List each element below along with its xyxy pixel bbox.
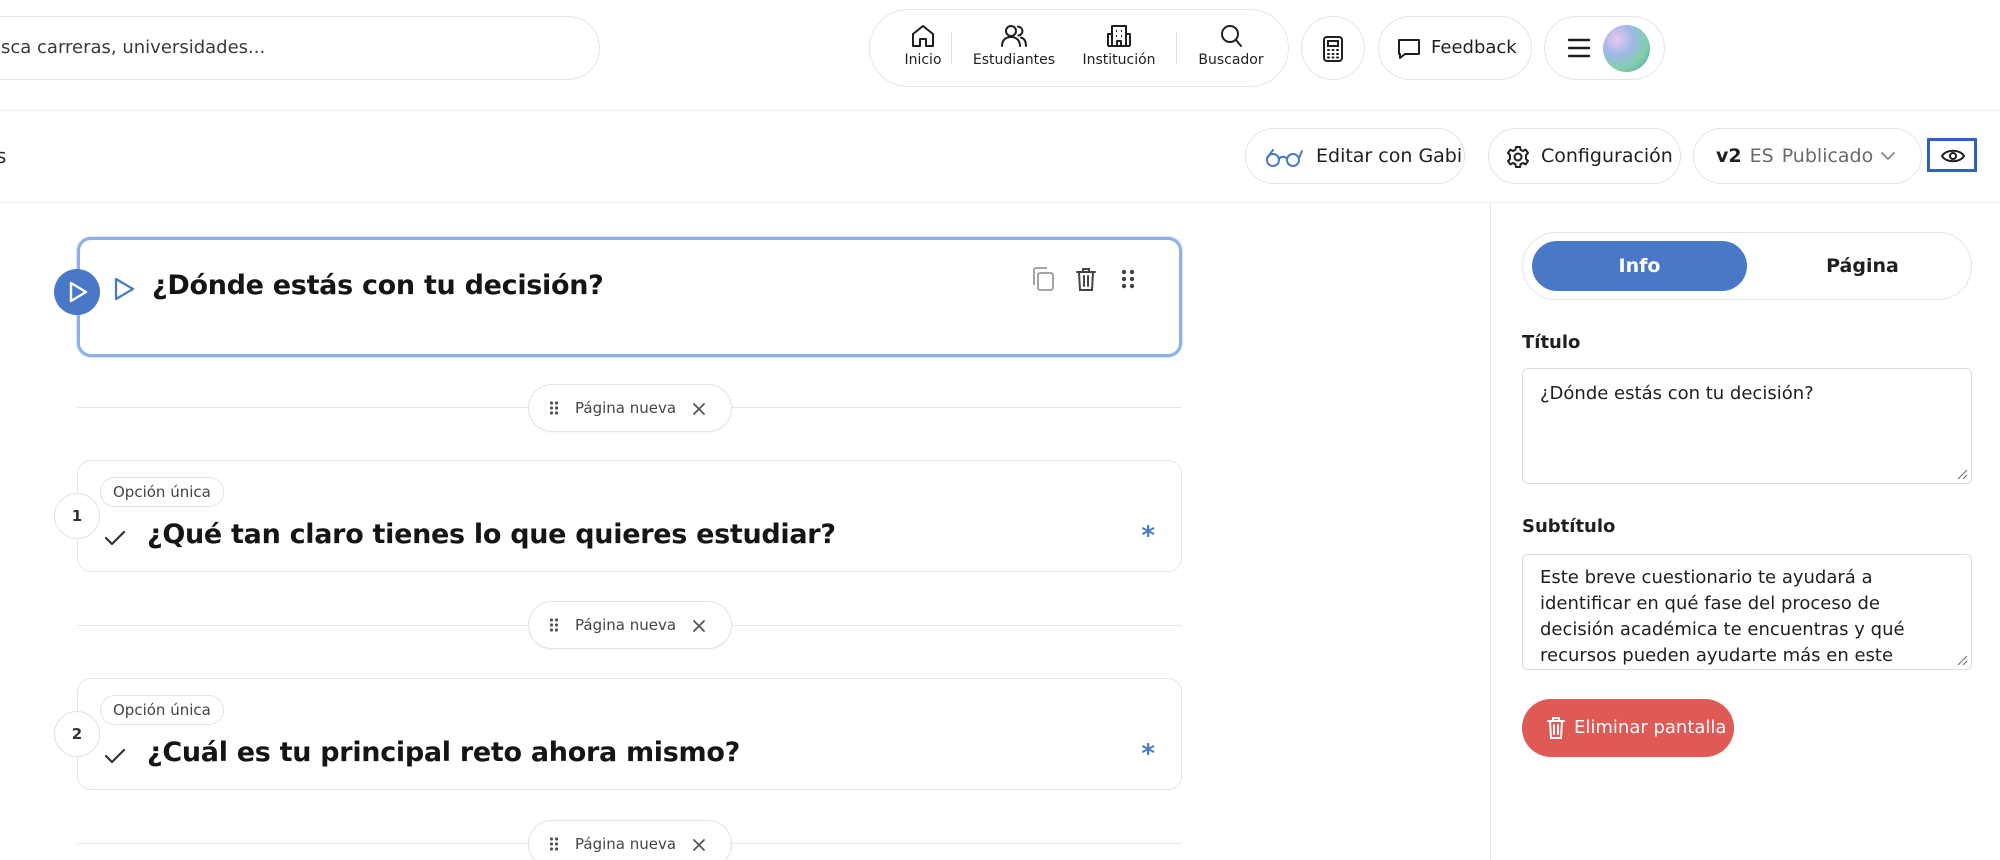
nav-separator — [1176, 32, 1177, 64]
editor-toolbar: s Editar con Gabi Configuración v2 ES Publ… — [0, 111, 2000, 203]
page-break-label: Página nueva — [575, 835, 677, 853]
play-icon — [69, 281, 88, 303]
nav-item-estudiantes[interactable]: Estudiantes — [964, 24, 1064, 78]
question-card[interactable]: Opción única ¿Cuál es tu principal reto … — [77, 678, 1182, 790]
page-break-chip[interactable]: Página nueva — [528, 384, 732, 432]
configuration-button[interactable]: Configuración — [1488, 128, 1681, 184]
intro-screen-card[interactable]: ¿Dónde estás con tu decisión? — [77, 237, 1182, 357]
chevron-down-icon — [1881, 152, 1895, 161]
trash-icon — [1547, 717, 1565, 739]
breadcrumb: s — [0, 144, 7, 168]
title-field-label: Título — [1522, 332, 1581, 353]
avatar[interactable] — [1603, 25, 1650, 72]
preview-button[interactable] — [1927, 138, 1977, 172]
nav-item-inicio[interactable]: Inicio — [873, 24, 973, 78]
duplicate-icon[interactable] — [1031, 266, 1055, 292]
drag-handle-icon[interactable] — [1121, 266, 1135, 292]
check-icon — [104, 748, 126, 764]
users-icon — [1001, 25, 1027, 47]
question-title: ¿Qué tan claro tienes lo que quieres est… — [147, 519, 836, 550]
chat-icon — [1398, 39, 1420, 59]
delete-screen-button[interactable]: Eliminar pantalla — [1522, 699, 1734, 757]
check-icon — [104, 530, 126, 546]
home-icon — [912, 25, 934, 47]
top-header: sca carreras, universidades... Inicio Es… — [0, 0, 2000, 111]
properties-panel: Info Página Título ¿Dónde estás con tu d… — [1490, 204, 2000, 860]
grip-icon[interactable] — [549, 617, 559, 633]
question-card[interactable]: Opción única ¿Qué tan claro tienes lo qu… — [77, 460, 1182, 572]
version-number: v2 — [1716, 145, 1742, 167]
gabi-label: Editar con Gabi — [1316, 145, 1463, 167]
subtitle-field-label: Subtítulo — [1522, 516, 1616, 537]
feedback-button[interactable]: Feedback — [1378, 16, 1532, 80]
search-input[interactable]: sca carreras, universidades... — [0, 16, 600, 80]
grip-icon[interactable] — [549, 836, 559, 852]
intro-card-title: ¿Dónde estás con tu decisión? — [152, 270, 604, 301]
tab-page[interactable]: Página — [1755, 241, 1970, 291]
page-break-chip[interactable]: Página nueva — [528, 601, 732, 649]
resize-handle-icon[interactable] — [1956, 654, 1968, 666]
title-field[interactable]: ¿Dónde estás con tu decisión? — [1522, 368, 1972, 484]
calculator-icon — [1323, 36, 1343, 62]
required-asterisk: * — [1141, 739, 1155, 769]
page-break-chip[interactable]: Página nueva — [528, 820, 732, 860]
play-intro-button[interactable] — [54, 269, 100, 315]
close-icon[interactable] — [692, 838, 706, 852]
main-nav: Inicio Estudiantes Institución Buscador — [869, 9, 1289, 87]
eye-icon — [1941, 149, 1965, 163]
glasses-icon — [1266, 149, 1303, 167]
resize-handle-icon[interactable] — [1956, 468, 1968, 480]
search-icon — [1221, 25, 1242, 47]
feedback-label: Feedback — [1431, 37, 1517, 58]
delete-screen-label: Eliminar pantalla — [1574, 717, 1727, 738]
subtitle-field[interactable]: Este breve cuestionario te ayudará a ide… — [1522, 554, 1972, 670]
question-type-tag: Opción única — [100, 695, 224, 725]
version-status: Publicado — [1781, 145, 1874, 167]
page-break-label: Página nueva — [575, 616, 677, 634]
nav-item-buscador[interactable]: Buscador — [1181, 24, 1281, 78]
question-type-tag: Opción única — [100, 477, 224, 507]
grip-icon[interactable] — [549, 400, 559, 416]
subtitle-field-value: Este breve cuestionario te ayudará a ide… — [1540, 567, 1905, 666]
question-number-badge: 2 — [54, 711, 100, 757]
building-icon — [1107, 25, 1131, 47]
question-number-badge: 1 — [54, 493, 100, 539]
nav-label-buscador: Buscador — [1198, 52, 1264, 68]
edit-with-gabi-button[interactable]: Editar con Gabi — [1245, 128, 1465, 184]
user-menu-button[interactable] — [1544, 16, 1665, 80]
version-select[interactable]: v2 ES Publicado — [1693, 128, 1922, 184]
search-input-text: sca carreras, universidades... — [1, 37, 266, 58]
required-asterisk: * — [1141, 521, 1155, 551]
page-break-label: Página nueva — [575, 399, 677, 417]
close-icon[interactable] — [692, 402, 706, 416]
nav-label-estudiantes: Estudiantes — [972, 52, 1056, 68]
trash-icon[interactable] — [1075, 266, 1097, 292]
close-icon[interactable] — [692, 619, 706, 633]
nav-separator — [951, 32, 952, 64]
version-text: v2 ES Publicado — [1716, 129, 1873, 183]
calculator-button[interactable] — [1301, 16, 1365, 80]
question-title: ¿Cuál es tu principal reto ahora mismo? — [147, 737, 740, 768]
nav-item-institucion[interactable]: Institución — [1069, 24, 1169, 78]
panel-tabs: Info Página — [1522, 232, 1972, 300]
nav-label-institucion: Institución — [1082, 52, 1156, 68]
play-outline-icon — [114, 277, 135, 301]
title-field-value: ¿Dónde estás con tu decisión? — [1540, 383, 1814, 404]
gear-icon — [1507, 146, 1529, 168]
hamburger-icon — [1567, 38, 1591, 58]
tab-info[interactable]: Info — [1532, 241, 1747, 291]
card-actions — [1031, 266, 1151, 292]
editor-canvas: ¿Dónde estás con tu decisión? Página nue… — [0, 204, 1490, 860]
version-language: ES — [1749, 145, 1774, 167]
nav-label-inicio: Inicio — [904, 52, 942, 68]
configuration-label: Configuración — [1541, 145, 1673, 167]
